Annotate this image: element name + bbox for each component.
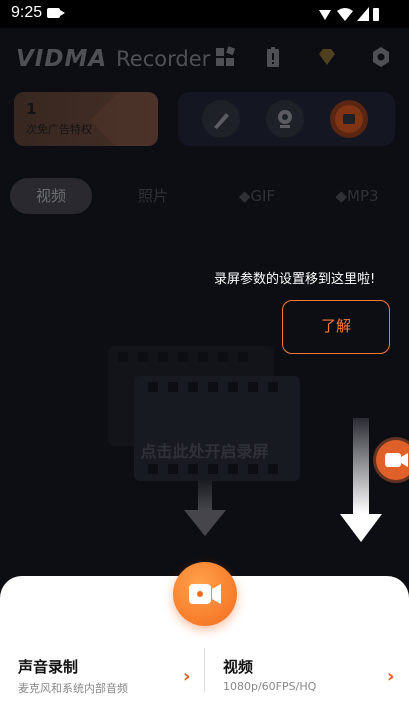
status-bar: 9:25 [0, 0, 409, 28]
screen-record-indicator-icon [47, 8, 65, 18]
video-quality-option[interactable]: 视频 1080p/60FPS/HQ [223, 656, 316, 693]
chevron-right-icon: › [387, 666, 395, 687]
floating-record-button[interactable] [376, 440, 409, 480]
video-option-title: 视频 [223, 658, 254, 676]
got-it-button[interactable]: 了解 [282, 300, 390, 354]
start-record-fab[interactable] [173, 562, 237, 626]
chevron-right-icon: › [183, 666, 191, 687]
video-camera-icon [189, 584, 221, 604]
status-time: 9:25 [11, 4, 43, 21]
video-camera-icon [385, 453, 408, 467]
down-arrow-hint-icon [340, 418, 382, 542]
cell-signal-icon [357, 7, 369, 21]
option-divider [204, 648, 205, 692]
wifi-icon [337, 8, 353, 21]
audio-option-title: 声音录制 [18, 658, 79, 676]
audio-option-subtitle: 麦克风和系统内部音频 [18, 682, 128, 695]
tooltip-text: 录屏参数的设置移到这里啦! [214, 272, 376, 287]
audio-recording-option[interactable]: 声音录制 麦克风和系统内部音频 [18, 656, 128, 696]
signal-icon [319, 10, 331, 20]
battery-icon [373, 8, 379, 21]
video-option-subtitle: 1080p/60FPS/HQ [223, 680, 317, 693]
status-icons [319, 7, 379, 21]
